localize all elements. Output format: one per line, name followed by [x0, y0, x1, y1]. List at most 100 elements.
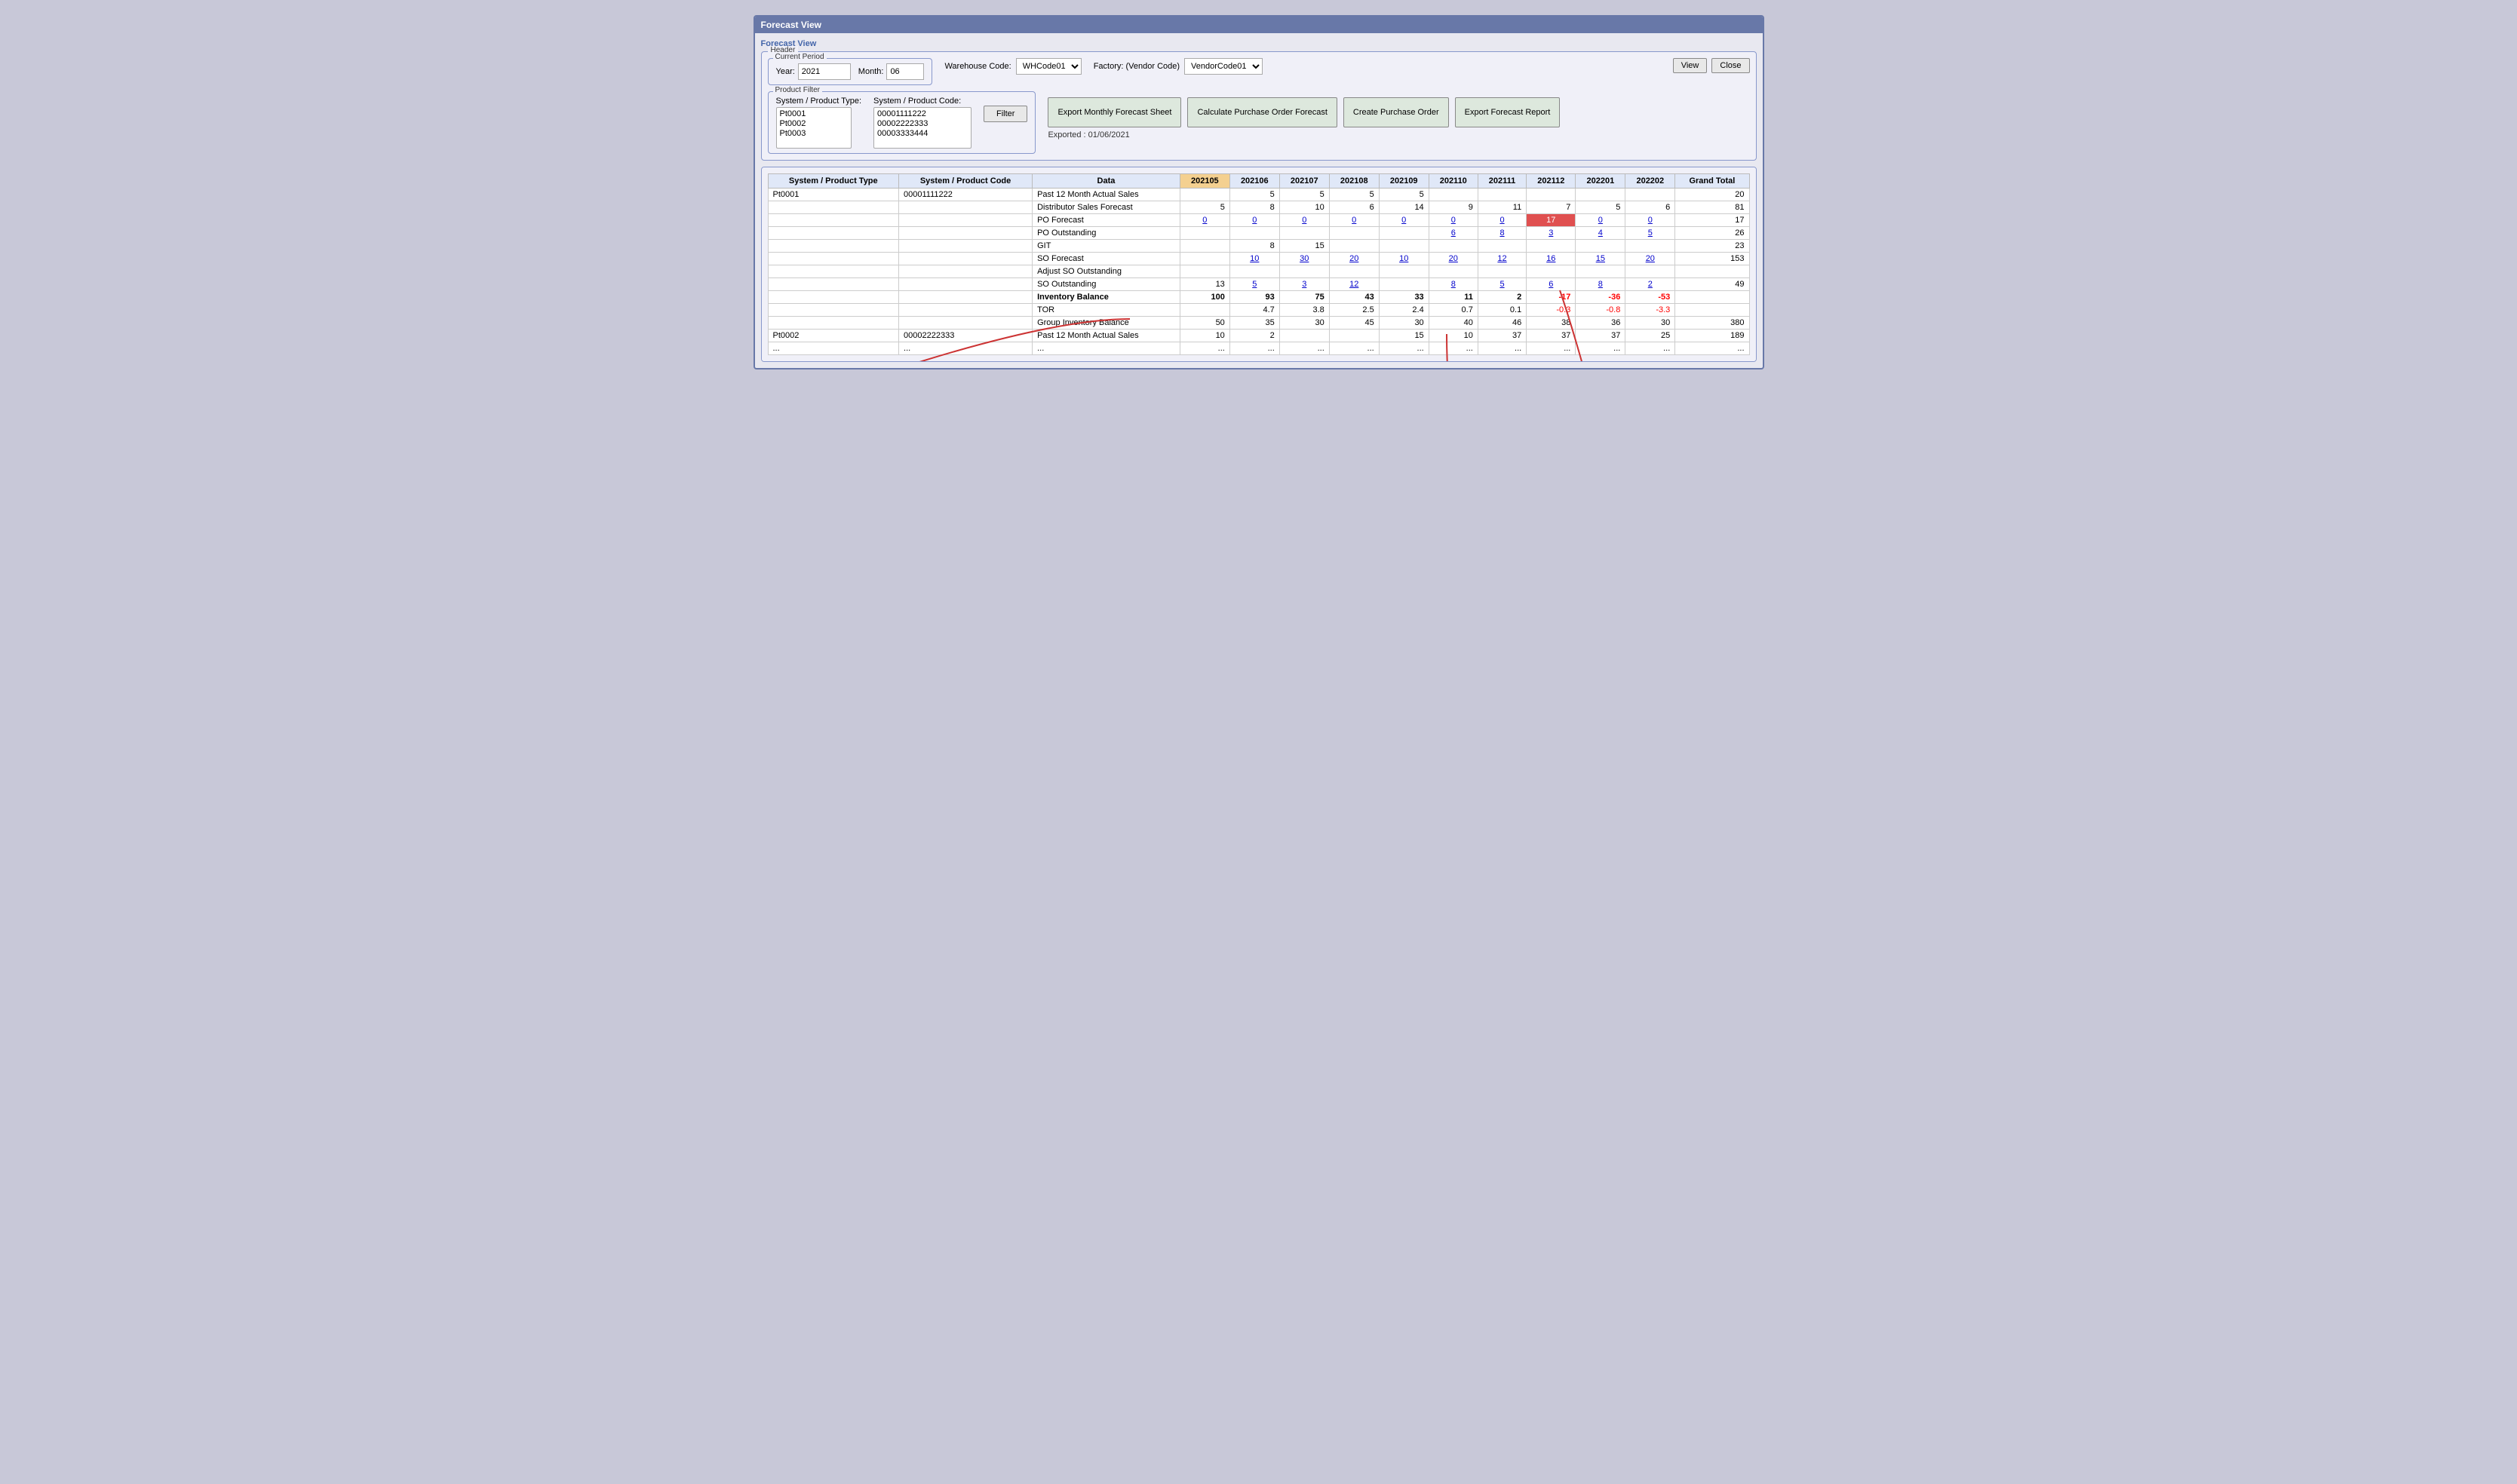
filter-button[interactable]: Filter [984, 106, 1027, 122]
cell-202202: 30 [1625, 317, 1675, 330]
cell-202201 [1576, 189, 1625, 201]
cell-202106-link[interactable]: 0 [1229, 214, 1279, 227]
cell-grand-total: 49 [1675, 278, 1749, 291]
cell-grand-total: 380 [1675, 317, 1749, 330]
cell-202105 [1180, 189, 1229, 201]
cell-202111 [1478, 189, 1526, 201]
cell-product-code [899, 304, 1033, 317]
cell-202107: 10 [1279, 201, 1329, 214]
cell-202201-link[interactable]: 15 [1576, 253, 1625, 265]
export-forecast-button[interactable]: Export Forecast Report [1455, 97, 1561, 127]
cell-202109-link[interactable]: 10 [1379, 253, 1429, 265]
main-window: Forecast View Forecast View Header Curre… [754, 15, 1764, 369]
cell-202108 [1329, 240, 1379, 253]
cell-202201-link[interactable]: 0 [1576, 214, 1625, 227]
cell-data-label: Inventory Balance [1033, 291, 1180, 304]
cell-202110: 40 [1429, 317, 1478, 330]
cell-202111 [1478, 265, 1526, 278]
cell-data-label: Group Inventory Balance [1033, 317, 1180, 330]
current-period-box: Current Period Year: Month: [768, 58, 933, 85]
cell-202112-highlight[interactable]: 17 [1527, 214, 1576, 227]
cell-grand-total [1675, 291, 1749, 304]
cell-202112-link[interactable]: 6 [1527, 278, 1576, 291]
cell-202201 [1576, 240, 1625, 253]
cell-202202-link[interactable]: 2 [1625, 278, 1675, 291]
cell-202109: 33 [1379, 291, 1429, 304]
cell-202202-link[interactable]: 20 [1625, 253, 1675, 265]
cell-202109 [1379, 265, 1429, 278]
cell-202112-link[interactable]: 3 [1527, 227, 1576, 240]
cell-202110-link[interactable]: 8 [1429, 278, 1478, 291]
cell-202107-link[interactable]: 3 [1279, 278, 1329, 291]
cell-202107-link[interactable]: 30 [1279, 253, 1329, 265]
cell-202111-link[interactable]: 12 [1478, 253, 1526, 265]
cell-202112-link[interactable]: 16 [1527, 253, 1576, 265]
product-filter-box: Product Filter System / Product Type: Pt… [768, 91, 1036, 154]
cell-202105-link[interactable]: 0 [1180, 214, 1229, 227]
calc-po-button[interactable]: Calculate Purchase Order Forecast [1187, 97, 1337, 127]
cell-202201-link[interactable]: 8 [1576, 278, 1625, 291]
cell-202106-link[interactable]: 10 [1229, 253, 1279, 265]
cell-202105 [1180, 227, 1229, 240]
cell-product-code [899, 291, 1033, 304]
cell-202112: 37 [1527, 330, 1576, 342]
cell-grand-total: 81 [1675, 201, 1749, 214]
cell-ellipsis: ... [1527, 342, 1576, 355]
cell-202105: 100 [1180, 291, 1229, 304]
cell-202110-link[interactable]: 20 [1429, 253, 1478, 265]
cell-202202-link[interactable]: 0 [1625, 214, 1675, 227]
cell-202106: 5 [1229, 189, 1279, 201]
detail-section: Detail System / Product Type System / Pr… [761, 167, 1757, 362]
create-po-button[interactable]: Create Purchase Order [1343, 97, 1449, 127]
cell-202201-link[interactable]: 4 [1576, 227, 1625, 240]
month-input[interactable] [886, 63, 924, 80]
export-monthly-button[interactable]: Export Monthly Forecast Sheet [1048, 97, 1181, 127]
cell-product-code [899, 240, 1033, 253]
cell-product-code [899, 214, 1033, 227]
cell-202108-link[interactable]: 0 [1329, 214, 1379, 227]
cell-202108 [1329, 227, 1379, 240]
cell-grand-total [1675, 265, 1749, 278]
view-button[interactable]: View [1673, 58, 1708, 73]
close-button[interactable]: Close [1711, 58, 1749, 73]
cell-202106: 8 [1229, 240, 1279, 253]
cell-202110-link[interactable]: 0 [1429, 214, 1478, 227]
year-input[interactable] [798, 63, 851, 80]
cell-data-label: Distributor Sales Forecast [1033, 201, 1180, 214]
cell-202108-link[interactable]: 20 [1329, 253, 1379, 265]
cell-202110-link[interactable]: 6 [1429, 227, 1478, 240]
cell-product-type [768, 201, 899, 214]
cell-202105 [1180, 253, 1229, 265]
cell-202106: 2 [1229, 330, 1279, 342]
cell-ellipsis: ... [1675, 342, 1749, 355]
product-code-select[interactable]: 00001111222 00002222333 00003333444 [873, 107, 972, 149]
cell-202105: 13 [1180, 278, 1229, 291]
table-row: PO Outstanding 6 8 3 4 5 26 [768, 227, 1749, 240]
cell-202111-link[interactable]: 0 [1478, 214, 1526, 227]
cell-202109 [1379, 240, 1429, 253]
warehouse-group: Warehouse Code: WHCode01 [944, 58, 1081, 75]
cell-202107 [1279, 330, 1329, 342]
cell-202108-link[interactable]: 12 [1329, 278, 1379, 291]
cell-data-label: Past 12 Month Actual Sales [1033, 189, 1180, 201]
product-type-select[interactable]: Pt0001 Pt0002 Pt0003 [776, 107, 852, 149]
cell-202111-link[interactable]: 5 [1478, 278, 1526, 291]
cell-202202-link[interactable]: 5 [1625, 227, 1675, 240]
table-row-bold: Inventory Balance 100 93 75 43 33 11 2 -… [768, 291, 1749, 304]
factory-select[interactable]: VendorCode01 [1184, 58, 1263, 75]
cell-202112 [1527, 189, 1576, 201]
col-header-202109: 202109 [1379, 174, 1429, 189]
cell-ellipsis: ... [1180, 342, 1229, 355]
cell-202106-link[interactable]: 5 [1229, 278, 1279, 291]
cell-202109-link[interactable]: 0 [1379, 214, 1429, 227]
cell-202107-link[interactable]: 0 [1279, 214, 1329, 227]
cell-product-code [899, 253, 1033, 265]
cell-product-type [768, 278, 899, 291]
product-code-container: System / Product Code: 00001111222 00002… [873, 97, 972, 149]
col-header-202201: 202201 [1576, 174, 1625, 189]
cell-product-type [768, 291, 899, 304]
cell-202111: 2 [1478, 291, 1526, 304]
cell-product-code: 00001111222 [899, 189, 1033, 201]
warehouse-select[interactable]: WHCode01 [1016, 58, 1082, 75]
cell-202111-link[interactable]: 8 [1478, 227, 1526, 240]
